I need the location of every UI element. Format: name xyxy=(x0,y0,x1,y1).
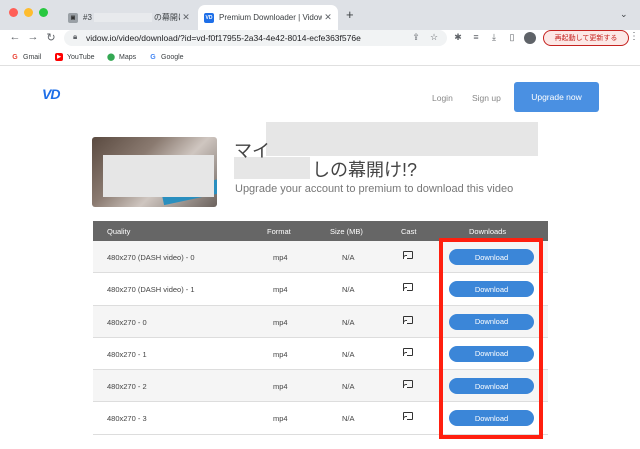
bookmark-gmail[interactable]: G Gmail xyxy=(11,53,41,61)
minimize-window-button[interactable] xyxy=(24,8,33,17)
format-cell: mp4 xyxy=(273,317,288,327)
relaunch-button[interactable]: 再起動して更新する xyxy=(543,30,629,46)
tab-title: Premium Downloader | Vidow xyxy=(219,13,322,22)
format-cell: mp4 xyxy=(273,253,288,262)
login-link[interactable]: Login xyxy=(432,93,453,103)
highlight-box xyxy=(439,238,543,439)
maximize-window-button[interactable] xyxy=(39,8,48,17)
upgrade-button[interactable]: Upgrade now xyxy=(514,82,599,112)
cast-icon[interactable] xyxy=(403,251,413,259)
format-cell: mp4 xyxy=(273,349,288,359)
video-title-start: マイ xyxy=(234,141,270,161)
format-cell: mp4 xyxy=(273,414,288,424)
tab-strip: ▣ #3の幕開け! ✕ VD Premium Downloader | Vido… xyxy=(0,0,640,30)
signup-link[interactable]: Sign up xyxy=(472,93,501,103)
back-button[interactable]: ← xyxy=(8,31,22,43)
cast-icon[interactable] xyxy=(403,283,413,292)
new-tab-button[interactable]: + xyxy=(346,7,354,22)
bookmark-label: Gmail xyxy=(23,53,42,61)
format-header: Format xyxy=(267,227,291,236)
format-cell: mp4 xyxy=(273,285,288,295)
bookmarks-bar: G Gmail ▶ YouTube ⬤ Maps G Google xyxy=(0,48,640,66)
close-icon[interactable]: ✕ xyxy=(322,12,334,23)
bookmark-google[interactable]: G Google xyxy=(149,53,184,61)
download-icon[interactable]: ⤓ xyxy=(488,32,500,43)
maps-icon: ⬤ xyxy=(107,54,115,61)
bookmark-youtube[interactable]: ▶ YouTube xyxy=(55,53,95,61)
quality-cell: 480x270 - 1 xyxy=(107,349,147,359)
size-cell: N/A xyxy=(342,285,355,295)
menu-icon[interactable]: ⋮ xyxy=(629,31,639,42)
quality-cell: 480x270 (DASH video) - 0 xyxy=(107,253,195,262)
tab-previous[interactable]: ▣ #3の幕開け! ✕ xyxy=(62,5,196,30)
gmail-icon: G xyxy=(12,53,18,61)
google-icon: G xyxy=(150,53,156,61)
size-cell: N/A xyxy=(342,349,355,359)
tab-active[interactable]: VD Premium Downloader | Vidow ✕ xyxy=(198,5,338,30)
forward-button[interactable]: → xyxy=(26,31,40,43)
extensions-icon[interactable]: ✱ xyxy=(452,32,464,43)
cast-icon[interactable] xyxy=(403,315,413,324)
upgrade-subtitle: Upgrade your account to premium to downl… xyxy=(235,183,514,195)
redacted-block xyxy=(93,13,152,23)
video-title-end: しの幕開け!? xyxy=(312,160,418,180)
size-header: Size (MB) xyxy=(330,227,363,236)
quality-cell: 480x270 - 3 xyxy=(107,414,147,424)
reading-list-icon[interactable]: ≡ xyxy=(470,32,482,42)
browser-toolbar: ← → ↻ 🔒︎ vidow.io/video/download/?id=vd-… xyxy=(0,30,640,48)
quality-cell: 480x270 - 2 xyxy=(107,382,147,392)
cast-icon[interactable] xyxy=(403,347,413,356)
cast-header: Cast xyxy=(401,227,417,236)
url-text[interactable]: vidow.io/video/download/?id=vd-f0f17955-… xyxy=(86,33,361,43)
bookmark-label: Google xyxy=(161,53,184,61)
profile-avatar[interactable] xyxy=(524,32,536,44)
tab-icon: ▣ xyxy=(68,12,78,23)
vd-logo[interactable]: VD xyxy=(42,86,60,102)
size-cell: N/A xyxy=(342,253,355,262)
bookmark-star-icon[interactable]: ☆ xyxy=(428,32,440,43)
cast-icon[interactable] xyxy=(403,412,413,421)
youtube-icon: ▶ xyxy=(55,53,63,61)
vd-icon: VD xyxy=(204,12,214,23)
downloads-header: Downloads xyxy=(469,227,507,236)
redacted-block xyxy=(103,155,214,197)
redacted-block xyxy=(266,122,538,156)
size-cell: N/A xyxy=(342,414,355,424)
quality-header: Quality xyxy=(107,227,131,236)
bookmark-maps[interactable]: ⬤ Maps xyxy=(107,53,137,62)
reload-button[interactable]: ↻ xyxy=(44,31,58,44)
bookmark-label: YouTube xyxy=(67,53,95,61)
size-cell: N/A xyxy=(342,317,355,327)
size-cell: N/A xyxy=(342,382,355,392)
share-icon[interactable]: ⇪ xyxy=(410,32,422,43)
cast-icon[interactable] xyxy=(403,380,413,389)
lock-icon: 🔒︎ xyxy=(73,32,78,41)
chevron-down-icon[interactable]: ⌄ xyxy=(620,9,628,20)
side-panel-icon[interactable]: ▯ xyxy=(506,32,518,43)
bookmark-label: Maps xyxy=(119,53,137,61)
quality-cell: 480x270 (DASH video) - 1 xyxy=(107,285,195,295)
quality-cell: 480x270 - 0 xyxy=(107,317,147,327)
close-icon[interactable]: ✕ xyxy=(180,12,192,23)
format-cell: mp4 xyxy=(273,382,288,392)
tab-title: #3の幕開け! xyxy=(83,13,180,23)
close-window-button[interactable] xyxy=(9,8,18,17)
